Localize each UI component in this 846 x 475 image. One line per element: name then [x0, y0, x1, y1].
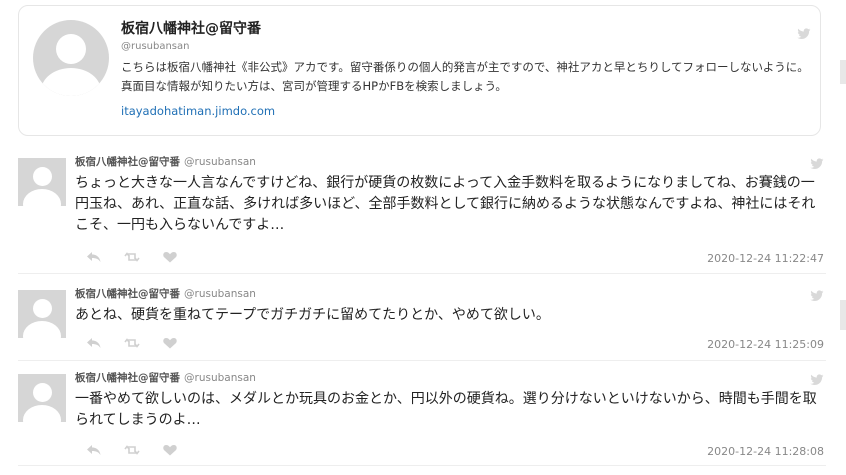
tweet-avatar[interactable]	[18, 158, 66, 206]
profile-bio: こちらは板宿八幡神社《非公式》アカです。留守番係りの個人的発言が主ですので、神社…	[121, 60, 809, 93]
tweet-handle[interactable]: @rusubansan	[184, 372, 256, 384]
tweet-text: あとね、硬貨を重ねてテープでガチガチに留めてたりとか、やめて欲しい。	[75, 307, 550, 323]
tweet-text: ちょっと大きな一人言なんですけどね、銀行が硬貨の枚数によって入金手数料を取るよう…	[75, 175, 816, 233]
profile-card: 板宿八幡神社@留守番 @rusubansan こちらは板宿八幡神社《非公式》アカ…	[18, 5, 821, 136]
tweet-avatar[interactable]	[18, 290, 66, 338]
profile-handle[interactable]: @rusubansan	[121, 41, 190, 52]
tweet-timestamp[interactable]: 2020-12-24 11:25:09	[707, 338, 824, 351]
retweet-icon[interactable]	[124, 444, 140, 456]
profile-link[interactable]: itayadohatiman.jimdo.com	[121, 104, 275, 118]
reply-icon[interactable]	[86, 444, 102, 456]
profile-name[interactable]: 板宿八幡神社@留守番	[121, 18, 261, 38]
tweet-timestamp[interactable]: 2020-12-24 11:22:47	[707, 252, 824, 265]
tweet-item: 板宿八幡神社@留守番 @rusubansan あとね、硬貨を重ねてテープでガチガチ…	[18, 282, 826, 361]
edge-fragment	[840, 60, 846, 84]
tweet-actions	[86, 251, 178, 263]
twitter-bird-icon[interactable]	[810, 374, 824, 386]
twitter-bird-icon[interactable]	[797, 28, 811, 40]
tweet-author[interactable]: 板宿八幡神社@留守番 @rusubansan	[75, 370, 256, 385]
tweet-avatar[interactable]	[18, 374, 66, 422]
heart-icon[interactable]	[162, 337, 178, 349]
retweet-icon[interactable]	[124, 337, 140, 349]
tweet-text: 一番やめて欲しいのは、メダルとか玩具のお金とか、円以外の硬貨ね。選り分けないとい…	[75, 391, 817, 428]
tweet-item: 板宿八幡神社@留守番 @rusubansan 一番やめて欲しいのは、メダルとか玩具…	[18, 366, 826, 466]
tweet-handle[interactable]: @rusubansan	[184, 288, 256, 300]
tweet-timestamp[interactable]: 2020-12-24 11:28:08	[707, 445, 824, 458]
heart-icon[interactable]	[162, 251, 178, 263]
reply-icon[interactable]	[86, 337, 102, 349]
tweet-handle[interactable]: @rusubansan	[184, 156, 256, 168]
edge-fragment	[840, 300, 846, 330]
profile-avatar[interactable]	[33, 20, 109, 96]
twitter-bird-icon[interactable]	[810, 290, 824, 302]
retweet-icon[interactable]	[124, 251, 140, 263]
tweet-actions	[86, 444, 178, 456]
tweet-author[interactable]: 板宿八幡神社@留守番 @rusubansan	[75, 286, 256, 301]
tweet-item: 板宿八幡神社@留守番 @rusubansan ちょっと大きな一人言なんですけどね、…	[18, 150, 826, 274]
heart-icon[interactable]	[162, 444, 178, 456]
tweet-author[interactable]: 板宿八幡神社@留守番 @rusubansan	[75, 154, 256, 169]
twitter-bird-icon[interactable]	[810, 158, 824, 170]
reply-icon[interactable]	[86, 251, 102, 263]
tweet-actions	[86, 337, 178, 349]
